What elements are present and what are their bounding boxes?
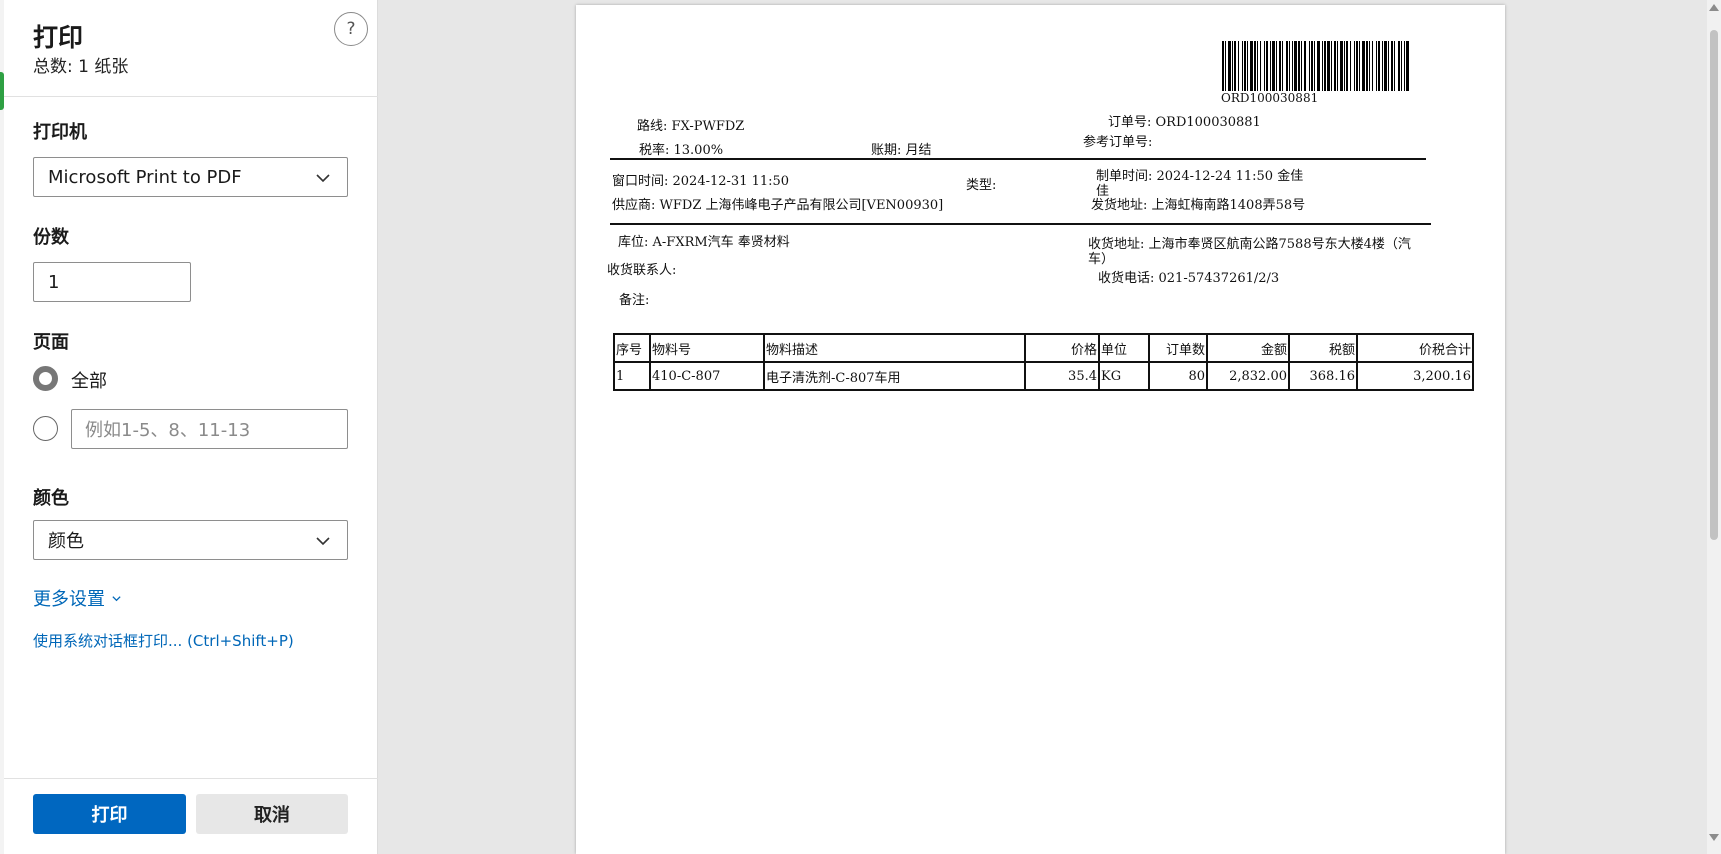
system-dialog-link[interactable]: 使用系统对话框打印... (Ctrl+Shift+P) — [33, 630, 294, 651]
chevron-down-icon — [316, 174, 330, 183]
page-title: 打印 — [33, 23, 84, 52]
recv-address-cont: 车） — [1088, 252, 1115, 267]
window-time-field: 窗口时间: 2024-12-31 11:50 — [612, 174, 790, 189]
printer-select[interactable]: Microsoft Print to PDF — [33, 157, 348, 197]
table-header-row: 序号 物料号 物料描述 价格 单位 订单数 金额 税额 价税合计 — [613, 333, 1474, 363]
color-value: 颜色 — [48, 531, 84, 552]
table-row: 1 410-C-807 电子清洗剂-C-807车用 35.4 KG 80 2,8… — [613, 361, 1474, 391]
col-header: 税额 — [1288, 333, 1358, 363]
ref-order-field: 参考订单号: — [1083, 135, 1153, 150]
type-field: 类型: — [966, 178, 997, 193]
divider-line — [610, 223, 1431, 225]
barcode-text: ORD100030881 — [1221, 91, 1319, 105]
question-icon: ? — [346, 19, 356, 39]
pages-label: 页面 — [33, 332, 69, 353]
order-no-field: 订单号: ORD100030881 — [1108, 115, 1261, 130]
ship-address-field: 发货地址: 上海虹梅南路1408弄58号 — [1091, 198, 1306, 213]
col-header: 物料号 — [649, 333, 765, 363]
col-header: 价格 — [1024, 333, 1100, 363]
pages-all-radio[interactable] — [33, 366, 58, 391]
table-cell: 3,200.16 — [1356, 361, 1474, 391]
print-preview-area: ORD100030881 路线: FX-PWFDZ 订单号: ORD100030… — [378, 0, 1707, 854]
table-cell: 410-C-807 — [649, 361, 765, 391]
col-header: 单位 — [1098, 333, 1150, 363]
remark-field: 备注: — [619, 293, 650, 308]
recv-phone-field: 收货电话: 021-57437261/2/3 — [1098, 271, 1280, 286]
table-cell: 368.16 — [1288, 361, 1358, 391]
col-header: 价税合计 — [1356, 333, 1474, 363]
copies-value: 1 — [48, 271, 60, 293]
recv-contact-field: 收货联系人: — [607, 263, 677, 278]
printer-value: Microsoft Print to PDF — [48, 166, 242, 188]
col-header: 订单数 — [1148, 333, 1208, 363]
table-cell: 2,832.00 — [1206, 361, 1290, 391]
table-cell: 80 — [1148, 361, 1208, 391]
divider-line — [610, 158, 1426, 160]
items-table: 序号 物料号 物料描述 价格 单位 订单数 金额 税额 价税合计 1 410-C… — [613, 333, 1474, 391]
print-settings-panel: 打印 总数: 1 纸张 ? 打印机 Microsoft Print to PDF… — [0, 0, 378, 854]
pages-range-radio[interactable] — [33, 416, 58, 441]
printer-label: 打印机 — [33, 122, 87, 143]
header-divider — [4, 96, 378, 97]
more-settings-link[interactable]: 更多设置 — [33, 585, 122, 611]
supplier-field: 供应商: WFDZ 上海伟峰电子产品有限公司[VEN00930] — [612, 198, 944, 213]
scroll-down-arrow-icon[interactable] — [1709, 834, 1719, 841]
help-button[interactable]: ? — [334, 12, 368, 46]
preview-scrollbar[interactable] — [1707, 0, 1721, 854]
table-cell: 1 — [613, 361, 651, 391]
route-field: 路线: FX-PWFDZ — [637, 119, 745, 134]
edge-accent — [0, 72, 4, 110]
chevron-down-icon — [112, 595, 121, 601]
more-settings-label: 更多设置 — [33, 589, 105, 610]
preview-page: ORD100030881 路线: FX-PWFDZ 订单号: ORD100030… — [576, 5, 1505, 854]
table-cell: KG — [1098, 361, 1150, 391]
footer-divider — [4, 778, 378, 779]
col-header: 金额 — [1206, 333, 1290, 363]
cancel-button[interactable]: 取消 — [196, 794, 348, 834]
table-cell: 电子清洗剂-C-807车用 — [763, 361, 1026, 391]
barcode-image — [1222, 41, 1409, 91]
print-button[interactable]: 打印 — [33, 794, 186, 834]
pages-all-label: 全部 — [71, 371, 107, 392]
color-label: 颜色 — [33, 488, 69, 509]
period-field: 账期: 月结 — [871, 143, 932, 158]
edge-strip — [0, 0, 4, 854]
location-field: 库位: A-FXRM汽车 奉贤材料 — [618, 235, 790, 250]
col-header: 序号 — [613, 333, 651, 363]
table-cell: 35.4 — [1024, 361, 1100, 391]
scroll-up-arrow-icon[interactable] — [1709, 4, 1719, 11]
pages-range-input[interactable]: 例如1-5、8、11-13 — [71, 409, 348, 449]
chevron-down-icon — [316, 537, 330, 546]
sheet-count: 总数: 1 纸张 — [33, 57, 129, 77]
recv-address-field: 收货地址: 上海市奉贤区航南公路7588号东大楼4楼（汽 — [1088, 237, 1411, 252]
scroll-thumb[interactable] — [1710, 30, 1718, 540]
pages-range-placeholder: 例如1-5、8、11-13 — [85, 420, 251, 441]
col-header: 物料描述 — [763, 333, 1026, 363]
color-select[interactable]: 颜色 — [33, 520, 348, 560]
copies-label: 份数 — [33, 227, 69, 248]
tax-rate-field: 税率: 13.00% — [639, 143, 724, 158]
created-field: 制单时间: 2024-12-24 11:50 金佳 — [1096, 169, 1304, 184]
copies-input[interactable]: 1 — [33, 262, 191, 302]
